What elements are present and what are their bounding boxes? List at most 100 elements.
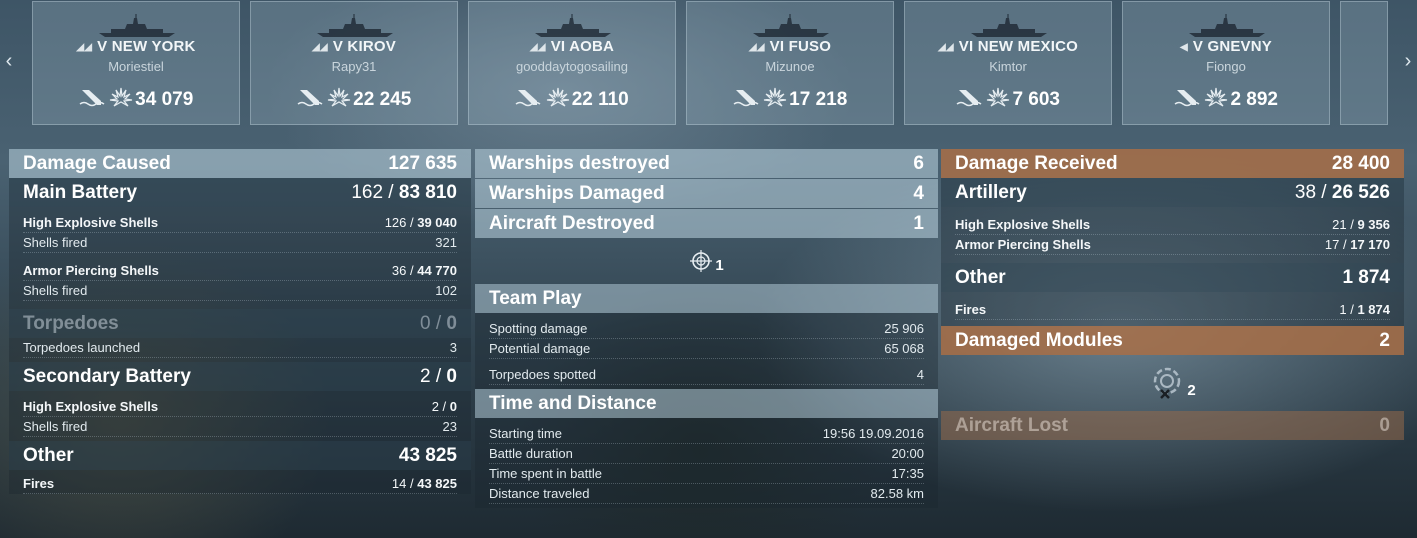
other-caused-value: 43 825 <box>398 444 457 466</box>
ship-card[interactable]: ◀ V GNEVNY Fiongo 2 892 <box>1122 1 1330 125</box>
other-caused-details: Fires 14 / 43 825 <box>9 470 471 494</box>
ship-player: Mizunoe <box>765 59 815 74</box>
ships-sunk-icon <box>297 90 323 107</box>
battleship-icon: ◢◢ <box>76 42 93 53</box>
ship-silhouette-icon <box>535 14 611 37</box>
ship-card[interactable]: ◢◢ VI FUSO Mizunoe 17 218 <box>686 1 894 125</box>
ship-silhouette-icon <box>99 14 175 37</box>
team-play-header: Team Play <box>475 284 938 313</box>
stat-row: Torpedoes spotted 4 <box>489 365 924 385</box>
ship-damage: 7 603 <box>1012 89 1060 110</box>
ship-damage: 17 218 <box>789 89 848 110</box>
secondary-he-row: High Explosive Shells 2 / 0 <box>23 397 457 417</box>
destroyer-icon: ◀ <box>1179 42 1188 53</box>
ship-silhouette-icon <box>1189 14 1265 37</box>
aircraft-lost-header: Aircraft Lost 0 <box>941 411 1404 440</box>
aircraft-destroyed-header: Aircraft Destroyed 1 <box>475 209 938 238</box>
ship-name: ◢◢ V NEW YORK <box>76 38 196 55</box>
damage-caused-title: Damage Caused <box>23 152 171 174</box>
damage-caused-panel: Damage Caused 127 635 Main Battery 162 /… <box>9 149 471 494</box>
damaged-modules-display: 2 <box>941 355 1404 411</box>
ships-sunk-icon <box>79 90 105 107</box>
ship-stats: 22 245 <box>251 86 457 111</box>
results-middle-panel: Warships destroyed 6 Warships Damaged 4 … <box>475 149 938 508</box>
stat-row: Spotting damage 25 906 <box>489 319 924 339</box>
ship-stats: 34 079 <box>33 86 239 111</box>
damage-received-header: Damage Received 28 400 <box>941 149 1404 178</box>
ship-stats: 7 603 <box>905 86 1111 111</box>
time-distance-list: Starting time 19:56 19.09.2016 Battle dura… <box>475 418 938 508</box>
damaged-modules-value: 2 <box>1379 329 1390 351</box>
other-received-label: Other <box>955 266 1006 288</box>
battleship-icon: ◢◢ <box>937 42 954 53</box>
ship-name: ◢◢ V KIROV <box>312 38 396 55</box>
ship-name: ◢◢ VI FUSO <box>748 38 832 55</box>
ship-card[interactable]: ◢◢ VI AOBA gooddaytogosailing 22 110 <box>468 1 676 125</box>
other-received-details: Fires 1 / 1 874 <box>941 292 1404 326</box>
cruiser-icon: ◢◢ <box>529 42 546 53</box>
damaged-module-icon <box>1154 367 1181 399</box>
ships-sunk-icon <box>733 90 759 107</box>
ship-card[interactable]: ◢◢ VI NEW MEXICO Kimtor 7 603 <box>904 1 1112 125</box>
torpedoes-label: Torpedoes <box>23 312 119 334</box>
main-battery-value: 162 / 83 810 <box>351 181 457 203</box>
other-caused-label: Other <box>23 444 74 466</box>
damage-burst-icon <box>764 87 787 107</box>
artillery-header: Artillery 38 / 26 526 <box>941 178 1404 207</box>
secondary-battery-header: Secondary Battery 2 / 0 <box>9 362 471 391</box>
time-distance-header: Time and Distance <box>475 389 938 418</box>
main-battery-details: High Explosive Shells 126 / 39 040 Shell… <box>9 207 471 309</box>
aircraft-destroyed-label: Aircraft Destroyed <box>489 212 655 234</box>
he-shells-row: High Explosive Shells 126 / 39 040 <box>23 213 457 233</box>
ship-stats: 17 218 <box>687 86 893 111</box>
ship-damage: 22 110 <box>571 89 629 110</box>
secondary-fired-row: Shells fired 23 <box>23 417 457 437</box>
ship-player: Rapy31 <box>331 59 377 74</box>
damaged-modules-label: Damaged Modules <box>955 329 1123 351</box>
torpedoes-header: Torpedoes 0 / 0 <box>9 309 471 338</box>
damage-burst-icon <box>987 87 1010 107</box>
ship-card-partial[interactable] <box>1340 1 1388 125</box>
ships-sunk-icon <box>1174 90 1200 107</box>
torpedoes-launched-row: Torpedoes launched 3 <box>23 338 457 358</box>
other-received-header: Other 1 874 <box>941 263 1404 292</box>
warships-damaged-header: Warships Damaged 4 <box>475 179 938 208</box>
time-distance-title: Time and Distance <box>489 392 657 414</box>
damage-caused-total: 127 635 <box>388 152 457 174</box>
warships-damaged-label: Warships Damaged <box>489 182 665 204</box>
main-battery-label: Main Battery <box>23 181 138 203</box>
ap-shells-row: Armor Piercing Shells 36 / 44 770 <box>23 261 457 281</box>
aircraft-lost-value: 0 <box>1379 414 1390 436</box>
received-ap-row: Armor Piercing Shells 17 / 17 170 <box>955 235 1390 255</box>
ships-sunk-icon <box>515 90 541 107</box>
received-he-row: High Explosive Shells 21 / 9 356 <box>955 215 1390 235</box>
secondary-battery-details: High Explosive Shells 2 / 0 Shells fired… <box>9 391 471 441</box>
secondary-battery-value: 2 / 0 <box>420 365 457 387</box>
ship-player: Moriestiel <box>108 59 164 74</box>
ship-card[interactable]: ◢◢ V NEW YORK Moriestiel 34 079 <box>32 1 240 125</box>
damage-received-total: 28 400 <box>1331 152 1390 174</box>
carousel-next-arrow[interactable]: › <box>1401 50 1415 72</box>
aircraft-destroyed-value: 1 <box>913 212 924 234</box>
damage-burst-icon <box>110 87 133 107</box>
stat-row: Time spent in battle 17:35 <box>489 464 924 484</box>
ship-player: Kimtor <box>989 59 1027 74</box>
stat-row: Starting time 19:56 19.09.2016 <box>489 424 924 444</box>
warships-destroyed-label: Warships destroyed <box>489 152 670 174</box>
ship-name: ◀ V GNEVNY <box>1179 38 1273 55</box>
other-caused-header: Other 43 825 <box>9 441 471 470</box>
stat-row: Potential damage 65 068 <box>489 339 924 359</box>
damage-burst-icon <box>328 87 351 107</box>
stat-row: Battle duration 20:00 <box>489 444 924 464</box>
ribbon-display: 1 <box>475 238 938 284</box>
ship-name: ◢◢ VI AOBA <box>529 38 615 55</box>
ship-name: ◢◢ VI NEW MEXICO <box>937 38 1079 55</box>
damaged-modules-header: Damaged Modules 2 <box>941 326 1404 355</box>
ship-card[interactable]: ◢◢ V KIROV Rapy31 22 245 <box>250 1 458 125</box>
artillery-value: 38 / 26 526 <box>1294 181 1390 203</box>
ribbon-count: 1 <box>715 256 724 274</box>
artillery-label: Artillery <box>955 181 1027 203</box>
aircraft-lost-label: Aircraft Lost <box>955 414 1068 436</box>
other-received-value: 1 874 <box>1342 266 1390 288</box>
carousel-prev-arrow[interactable]: ‹ <box>2 50 16 72</box>
